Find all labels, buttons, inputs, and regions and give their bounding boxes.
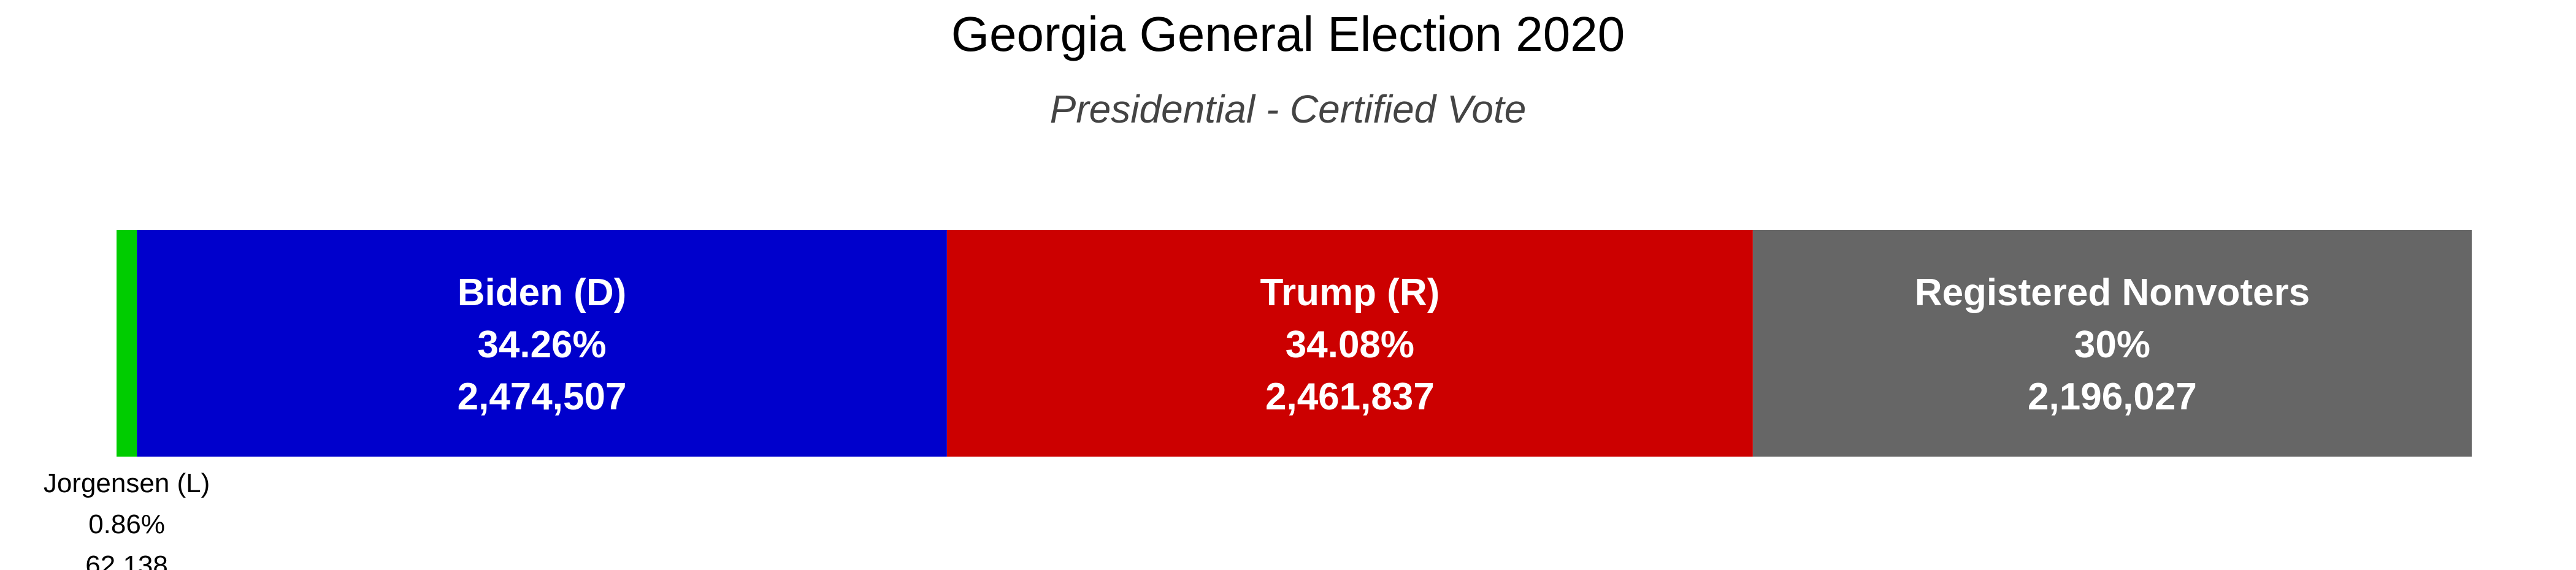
segment-count-label-biden-d: 2,474,507	[458, 376, 627, 418]
stacked-bar-chart: Jorgensen (L) 0.86% 62,138 Biden (D) 34.26% 2…	[44, 230, 2472, 570]
segment-name-label-trump-r: Trump (R)	[1260, 272, 1440, 314]
segment-percent-label-trump-r: 34.08%	[1286, 324, 1414, 366]
bar-segment-jorgensen-l	[117, 230, 137, 457]
segment-percent-label-registered-nonvoters: 30%	[2074, 324, 2150, 366]
segment-name-label-biden-d: Biden (D)	[458, 272, 627, 314]
segment-percent-label-biden-d: 34.26%	[477, 324, 606, 366]
segment-name-label-registered-nonvoters: Registered Nonvoters	[1915, 272, 2310, 314]
segment-percent-label-jorgensen-l: 0.86%	[88, 509, 165, 539]
segment-count-label-trump-r: 2,461,837	[1265, 376, 1435, 418]
segment-count-label-registered-nonvoters: 2,196,027	[2028, 376, 2197, 418]
segment-count-label-jorgensen-l: 62,138	[85, 550, 168, 570]
segment-name-label-jorgensen-l: Jorgensen (L)	[44, 468, 210, 498]
